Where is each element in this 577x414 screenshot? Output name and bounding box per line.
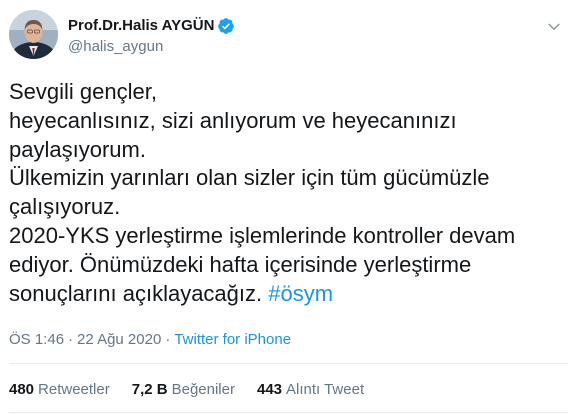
tweet-time[interactable]: ÖS 1:46 <box>9 330 64 350</box>
hashtag-link[interactable]: #ösym <box>268 281 333 306</box>
tweet-line: Sevgili gençler, <box>9 79 157 104</box>
avatar-image <box>9 10 58 59</box>
verified-badge-icon <box>217 17 235 35</box>
author-display-name[interactable]: Prof.Dr.Halis AYGÜN <box>68 16 214 36</box>
likes-stat[interactable]: 7,2 B Beğeniler <box>132 380 235 400</box>
tweet-line: çalışıyoruz. <box>9 194 121 220</box>
tweet-source-link[interactable]: Twitter for iPhone <box>174 330 291 350</box>
tweet-text: Sevgili gençler, heyecanlısınız, sizi an… <box>9 78 569 308</box>
tweet-line: heyecanlısınız, sizi anlıyorum ve heyeca… <box>9 107 457 133</box>
tweet-line: paylaşıyorum. <box>9 136 146 162</box>
retweets-stat[interactable]: 480 Retweetler <box>9 380 110 400</box>
likes-count: 7,2 B <box>131 381 168 398</box>
tweet-line: 2020-YKS yerleştirme işlemlerinde kontro… <box>9 222 516 248</box>
divider <box>9 363 568 364</box>
name-row: Prof.Dr.Halis AYGÜN <box>68 16 235 36</box>
likes-label: Beğeniler <box>171 381 235 398</box>
quotes-stat[interactable]: 443 Alıntı Tweet <box>257 380 364 400</box>
tweet-line: sonuçlarını açıklayacağız. <box>9 280 263 306</box>
tweet-header: Prof.Dr.Halis AYGÜN @halis_aygun <box>9 10 235 59</box>
meta-separator: · <box>68 331 74 348</box>
meta-separator: · <box>165 331 171 348</box>
tweet-meta: ÖS 1:46 · 22 Ağu 2020 · Twitter for iPho… <box>9 330 291 350</box>
chevron-down-icon[interactable] <box>545 18 563 36</box>
author-names: Prof.Dr.Halis AYGÜN @halis_aygun <box>68 16 235 57</box>
retweets-count: 480 <box>9 381 35 398</box>
quotes-count: 443 <box>256 381 283 398</box>
author-handle[interactable]: @halis_aygun <box>68 37 235 57</box>
avatar[interactable] <box>9 10 58 59</box>
tweet-date[interactable]: 22 Ağu 2020 <box>77 330 161 350</box>
divider <box>9 412 568 413</box>
quotes-label: Alıntı Tweet <box>286 381 365 398</box>
tweet-stats: 480 Retweetler 7,2 B Beğeniler 443 Alınt… <box>9 380 386 400</box>
tweet-card: Prof.Dr.Halis AYGÜN @halis_aygun Sevgili… <box>0 0 577 414</box>
tweet-line: Ülkemizin yarınları olan sizler için tüm… <box>9 165 490 191</box>
retweets-label: Retweetler <box>38 381 110 398</box>
tweet-line: ediyor. Önümüzdeki hafta içerisinde yerl… <box>9 251 472 277</box>
